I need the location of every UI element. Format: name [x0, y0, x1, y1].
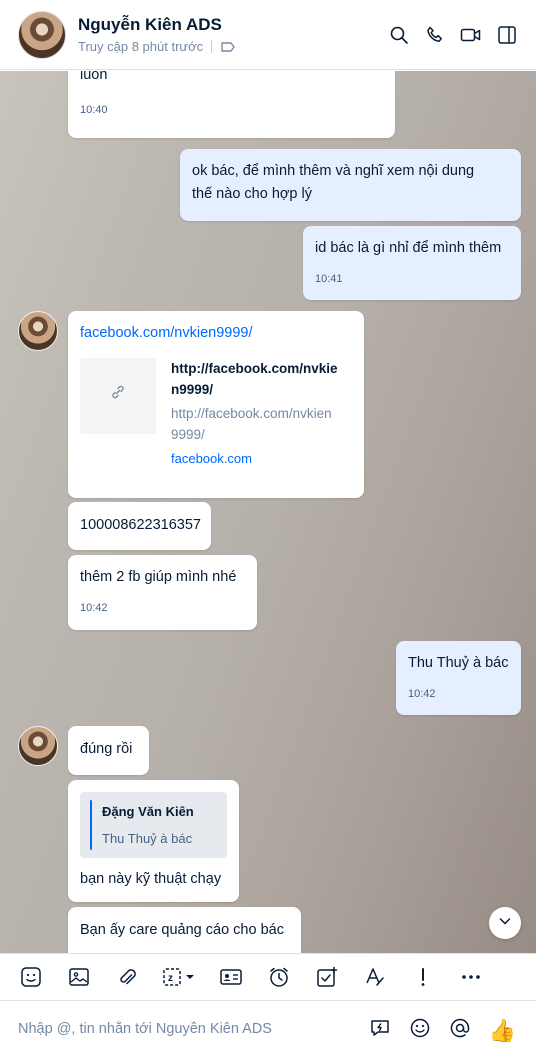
quoted-text: Thu Thuỷ à bác [102, 831, 193, 846]
message-text: đúng rồi [80, 741, 133, 757]
task-icon[interactable] [314, 964, 340, 990]
message-text: Bạn ấy care quảng cáo cho bác [80, 922, 284, 938]
thumbs-up-icon[interactable]: 👍 [489, 1018, 516, 1043]
message-sent[interactable]: id bác là gì nhỉ để mình thêm 10:41 [303, 226, 521, 300]
link-preview-title-line: http://facebook.com/nvkie [171, 361, 338, 376]
divider [211, 40, 213, 53]
contact-avatar[interactable] [18, 10, 66, 59]
svg-text:z: z [168, 973, 173, 984]
chat-header: Nguyễn Kiên ADS Truy cập 8 phút trước [0, 0, 536, 70]
last-seen-status: Truy cập 8 phút trước [78, 39, 204, 54]
message-text: luôn [80, 71, 108, 83]
phone-icon[interactable] [424, 24, 446, 46]
message-time: 10:42 [80, 602, 108, 614]
message-text-line: ok bác, để mình thêm và nghĩ xem nội dun… [192, 163, 475, 179]
mention-icon[interactable] [449, 1017, 471, 1044]
message-list[interactable]: luôn 10:40 ok bác, để mình thêm và nghĩ … [0, 71, 536, 953]
screenshot-icon[interactable]: z [162, 964, 196, 990]
message-text: 100008622316357 [80, 517, 201, 533]
message-received[interactable]: Bạn ấy care quảng cáo cho bác [68, 907, 301, 953]
image-icon[interactable] [66, 964, 92, 990]
message-text: bạn này kỹ thuật chạy [80, 871, 222, 887]
link-preview-url-line: http://facebook.com/nvkien [171, 406, 332, 421]
emoji-icon[interactable] [409, 1017, 431, 1044]
message-composer: 👍 [0, 1001, 536, 1057]
video-icon[interactable] [460, 24, 482, 46]
quick-message-icon[interactable] [369, 1017, 391, 1044]
sticker-icon[interactable] [18, 964, 44, 990]
message-text-line: thế nào cho hợp lý [192, 186, 312, 202]
message-sent[interactable]: Thu Thuỷ à bác 10:42 [396, 641, 521, 715]
link-preview-url-line: 9999/ [171, 427, 205, 442]
status-row: Truy cập 8 phút trước [78, 39, 236, 55]
search-icon[interactable] [388, 24, 410, 46]
sender-avatar[interactable] [18, 726, 58, 766]
message-link[interactable]: facebook.com/nvkien9999/ [80, 322, 352, 345]
sender-avatar[interactable] [18, 311, 58, 351]
reminder-icon[interactable] [266, 964, 292, 990]
message-reply[interactable]: Đặng Văn Kiên Thu Thuỷ à bác bạn này kỹ … [68, 780, 239, 902]
message-sent[interactable]: ok bác, để mình thêm và nghĩ xem nội dun… [180, 149, 521, 221]
quoted-message[interactable]: Đặng Văn Kiên Thu Thuỷ à bác [80, 792, 227, 858]
contact-card-icon[interactable] [218, 964, 244, 990]
tag-icon[interactable] [220, 39, 236, 55]
message-time: 10:42 [408, 688, 436, 700]
message-input[interactable] [18, 1021, 338, 1037]
message-received[interactable]: đúng rồi [68, 726, 149, 775]
link-preview-domain[interactable]: facebook.com [171, 448, 338, 469]
message-text: thêm 2 fb giúp mình nhé [80, 569, 237, 585]
link-preview-thumbnail [80, 358, 156, 434]
attach-icon[interactable] [114, 964, 140, 990]
message-received[interactable]: thêm 2 fb giúp mình nhé 10:42 [68, 555, 257, 630]
message-received[interactable]: luôn 10:40 [68, 71, 395, 138]
header-actions [388, 24, 518, 46]
quoted-author: Đặng Văn Kiên [102, 804, 194, 819]
link-preview-url: http://facebook.com/nvkien 9999/ [171, 403, 338, 445]
composer-toolbar: z [0, 953, 536, 1001]
message-link-preview[interactable]: facebook.com/nvkien9999/ http://facebook… [68, 311, 364, 498]
more-icon[interactable] [458, 964, 484, 990]
message-text: Thu Thuỷ à bác [408, 655, 509, 671]
format-text-icon[interactable] [362, 964, 388, 990]
composer-actions: 👍 [369, 1017, 516, 1044]
message-text: id bác là gì nhỉ để mình thêm [315, 240, 502, 256]
link-preview-card[interactable]: http://facebook.com/nvkie n9999/ http://… [80, 358, 352, 469]
link-preview-title-line: n9999/ [171, 382, 214, 397]
scroll-to-bottom-button[interactable] [489, 907, 521, 939]
sidebar-toggle-icon[interactable] [496, 24, 518, 46]
contact-name[interactable]: Nguyễn Kiên ADS [78, 15, 236, 35]
message-time: 10:41 [315, 273, 343, 285]
link-preview-title: http://facebook.com/nvkie n9999/ [171, 358, 338, 400]
message-time: 10:40 [80, 104, 108, 116]
urgent-icon[interactable] [410, 964, 436, 990]
message-received[interactable]: 100008622316357 [68, 502, 211, 550]
chevron-down-icon [497, 913, 513, 934]
contact-info: Nguyễn Kiên ADS Truy cập 8 phút trước [78, 15, 236, 55]
link-icon [110, 384, 126, 408]
